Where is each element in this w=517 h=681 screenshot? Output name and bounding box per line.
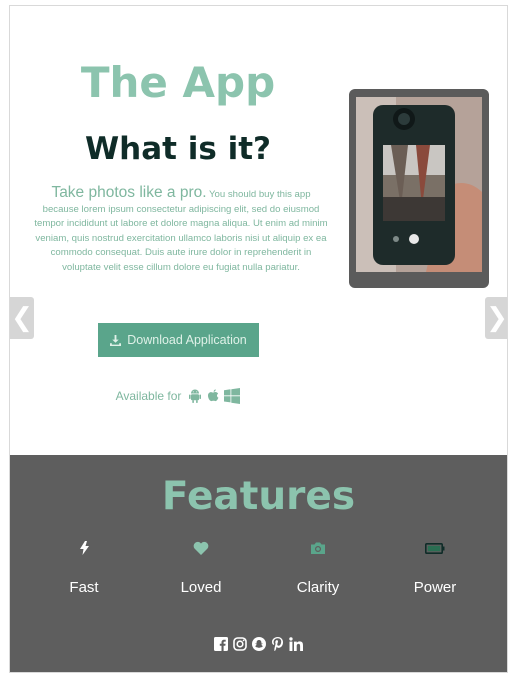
phone-photo <box>356 97 482 272</box>
feature-clarity: Clarity <box>258 539 378 596</box>
available-label: Available for <box>115 389 182 403</box>
description-text: You should buy this app because lorem ip… <box>34 189 328 273</box>
social-links <box>10 637 507 651</box>
available-platforms: Available for <box>10 388 346 404</box>
download-button[interactable]: Download Application <box>98 323 259 357</box>
lead-text: Take photos like a pro. <box>51 184 207 201</box>
features-section: Features Fast Loved Clarity Power <box>10 455 507 672</box>
page-frame: The App What is it? Take photos like a p… <box>9 5 508 673</box>
windows-icon <box>224 388 241 404</box>
battery-icon <box>425 542 445 554</box>
camera-icon <box>311 542 325 554</box>
features-title: Features <box>161 474 356 519</box>
carousel-prev-button[interactable]: ❮ <box>10 297 34 339</box>
feature-label: Clarity <box>296 579 340 596</box>
bolt-icon <box>79 541 89 555</box>
linkedin-icon[interactable] <box>289 637 303 651</box>
feature-label: Fast <box>69 579 99 596</box>
feature-loved: Loved <box>141 539 261 596</box>
carousel-next-button[interactable]: ❯ <box>485 297 507 339</box>
hero-slide: The App What is it? Take photos like a p… <box>10 6 507 455</box>
instagram-icon[interactable] <box>233 637 247 651</box>
facebook-icon[interactable] <box>214 637 228 651</box>
app-description: Take photos like a pro. You should buy t… <box>34 184 328 276</box>
app-title: The App <box>80 58 276 107</box>
download-icon <box>110 334 122 346</box>
feature-fast: Fast <box>24 539 144 596</box>
phone-image <box>349 89 489 288</box>
apple-icon <box>208 389 219 402</box>
section-heading: What is it? <box>84 131 272 167</box>
snapchat-icon[interactable] <box>252 637 266 651</box>
feature-power: Power <box>375 539 495 596</box>
feature-label: Power <box>413 579 457 596</box>
feature-label: Loved <box>180 579 222 596</box>
heart-icon <box>193 541 209 555</box>
pinterest-icon[interactable] <box>271 637 284 651</box>
android-icon <box>189 389 202 403</box>
download-label: Download Application <box>127 333 247 347</box>
